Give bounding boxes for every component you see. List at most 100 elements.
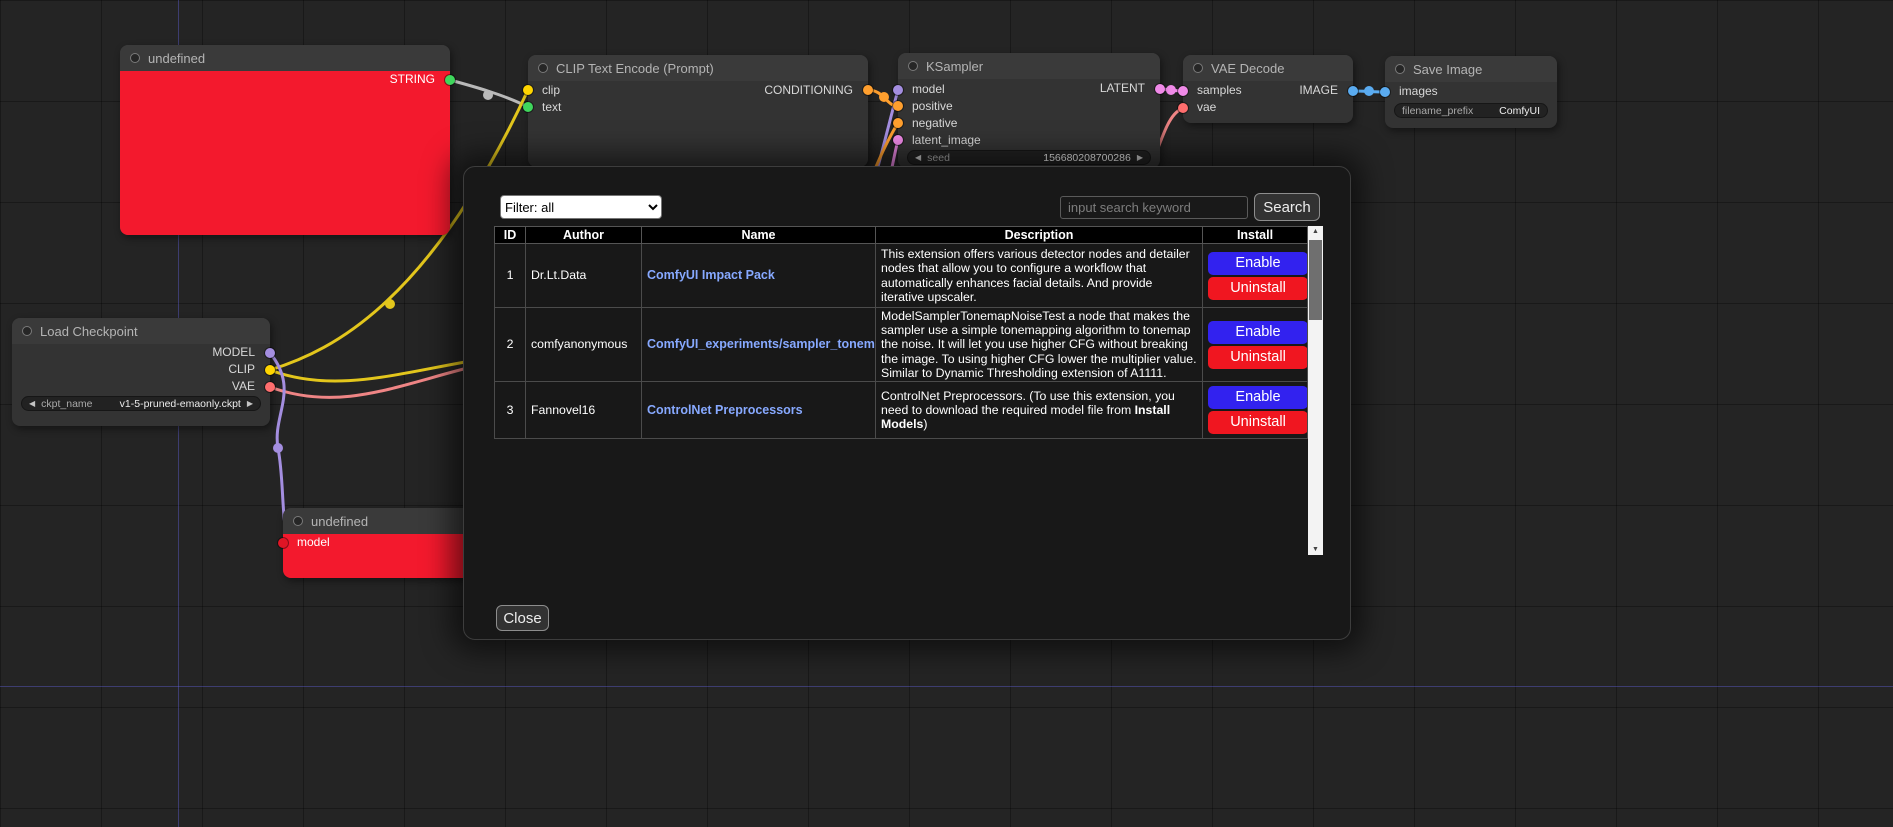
collapse-circle-icon[interactable] <box>130 53 140 63</box>
node-header[interactable]: CLIP Text Encode (Prompt) <box>528 55 868 81</box>
header-description: Description <box>876 227 1203 244</box>
node-title: undefined <box>311 514 368 529</box>
node-vae-decode[interactable]: VAE Decode samples vae IMAGE <box>1183 55 1353 123</box>
collapse-circle-icon[interactable] <box>1193 63 1203 73</box>
extension-author: Fannovel16 <box>526 382 642 439</box>
slot-dot-text-input[interactable] <box>523 102 533 112</box>
header-install: Install <box>1203 227 1308 244</box>
extension-description: ModelSamplerTonemapNoiseTest a node that… <box>876 308 1203 382</box>
slot-dot-clip-input[interactable] <box>523 85 533 95</box>
node-clip-text-encode[interactable]: CLIP Text Encode (Prompt) clip text COND… <box>528 55 868 167</box>
ckpt-widget-value: v1-5-pruned-emaonly.ckpt <box>120 398 241 410</box>
ckpt-name-widget[interactable]: ◀ ckpt_name v1-5-pruned-emaonly.ckpt ▶ <box>21 396 261 411</box>
seed-increment-arrow-icon[interactable]: ▶ <box>1137 154 1143 162</box>
header-name: Name <box>642 227 876 244</box>
header-id: ID <box>495 227 526 244</box>
node-save-image[interactable]: Save Image images filename_prefix ComfyU… <box>1385 56 1557 128</box>
extension-install-cell: Enable Uninstall <box>1203 244 1308 308</box>
table-scrollbar[interactable]: ▲ ▼ <box>1308 226 1323 555</box>
node-undefined-top[interactable]: undefined STRING <box>120 45 450 235</box>
input-label-images: images <box>1399 84 1438 98</box>
uninstall-button[interactable]: Uninstall <box>1208 277 1308 300</box>
wire-dot-string <box>483 90 493 100</box>
header-author: Author <box>526 227 642 244</box>
node-error-body <box>120 71 450 235</box>
node-header[interactable]: KSampler <box>898 53 1160 79</box>
input-label-latent-image: latent_image <box>912 133 981 147</box>
output-label-string: STRING <box>390 72 435 86</box>
extension-row: 3 Fannovel16 ControlNet Preprocessors Co… <box>495 382 1308 439</box>
slot-dot-conditioning-output[interactable] <box>863 85 873 95</box>
input-label-model: model <box>297 535 330 549</box>
scrollbar-thumb[interactable] <box>1309 240 1322 320</box>
slot-dot-latent-output[interactable] <box>1155 84 1165 94</box>
slot-dot-positive-input[interactable] <box>893 101 903 111</box>
slot-dot-model-input[interactable] <box>278 538 288 548</box>
extension-description: This extension offers various detector n… <box>876 244 1203 308</box>
extension-name-link[interactable]: ComfyUI_experiments/sampler_tonemap <box>647 337 876 351</box>
filter-select[interactable]: Filter: all <box>500 195 662 219</box>
slot-dot-model-input[interactable] <box>893 85 903 95</box>
filename-prefix-value: ComfyUI <box>1499 105 1540 117</box>
extension-row: 1 Dr.Lt.Data ComfyUI Impact Pack This ex… <box>495 244 1308 308</box>
scrollbar-up-arrow-icon[interactable]: ▲ <box>1308 228 1323 235</box>
enable-button[interactable]: Enable <box>1208 321 1308 344</box>
uninstall-button[interactable]: Uninstall <box>1208 346 1308 369</box>
slot-dot-images-input[interactable] <box>1380 87 1390 97</box>
node-header[interactable]: Load Checkpoint <box>12 318 270 344</box>
ckpt-next-arrow-icon[interactable]: ▶ <box>247 400 253 408</box>
collapse-circle-icon[interactable] <box>1395 64 1405 74</box>
input-label-clip: clip <box>542 83 560 97</box>
search-input[interactable] <box>1060 196 1248 219</box>
node-header[interactable]: Save Image <box>1385 56 1557 82</box>
collapse-circle-icon[interactable] <box>293 516 303 526</box>
wire-dot-image <box>1364 86 1374 96</box>
close-button[interactable]: Close <box>496 605 549 631</box>
input-label-vae: vae <box>1197 100 1216 114</box>
node-ksampler[interactable]: KSampler model positive negative latent_… <box>898 53 1160 168</box>
slot-dot-negative-input[interactable] <box>893 118 903 128</box>
input-label-samples: samples <box>1197 83 1242 97</box>
extension-description: ControlNet Preprocessors. (To use this e… <box>876 382 1203 439</box>
node-load-checkpoint[interactable]: Load Checkpoint MODEL CLIP VAE ◀ ckpt_na… <box>12 318 270 426</box>
extension-install-cell: Enable Uninstall <box>1203 308 1308 382</box>
ckpt-prev-arrow-icon[interactable]: ◀ <box>29 400 35 408</box>
node-header[interactable]: undefined <box>120 45 450 71</box>
slot-dot-latent-input[interactable] <box>893 135 903 145</box>
enable-button[interactable]: Enable <box>1208 386 1308 409</box>
node-title: Load Checkpoint <box>40 324 138 339</box>
slot-dot-model-output[interactable] <box>265 348 275 358</box>
input-label-positive: positive <box>912 99 953 113</box>
node-title: undefined <box>148 51 205 66</box>
slot-dot-vae-output[interactable] <box>265 382 275 392</box>
seed-decrement-arrow-icon[interactable]: ◀ <box>915 154 921 162</box>
description-text-suffix: ) <box>923 417 927 431</box>
extension-row: 2 comfyanonymous ComfyUI_experiments/sam… <box>495 308 1308 382</box>
extension-install-cell: Enable Uninstall <box>1203 382 1308 439</box>
extension-name-link[interactable]: ControlNet Preprocessors <box>647 403 803 417</box>
extension-name-link[interactable]: ComfyUI Impact Pack <box>647 268 775 282</box>
slot-dot-clip-output[interactable] <box>265 365 275 375</box>
extension-id: 3 <box>495 382 526 439</box>
slot-dot-samples-input[interactable] <box>1178 86 1188 96</box>
wire-string-to-text <box>450 80 528 107</box>
slot-dot-vae-input[interactable] <box>1178 103 1188 113</box>
collapse-circle-icon[interactable] <box>538 63 548 73</box>
slot-dot-string-output[interactable] <box>445 75 455 85</box>
collapse-circle-icon[interactable] <box>908 61 918 71</box>
scrollbar-down-arrow-icon[interactable]: ▼ <box>1308 546 1323 553</box>
seed-widget-label: seed <box>927 152 950 164</box>
table-header-row: ID Author Name Description Install <box>495 227 1308 244</box>
filename-prefix-widget[interactable]: filename_prefix ComfyUI <box>1394 103 1548 118</box>
enable-button[interactable]: Enable <box>1208 252 1308 275</box>
extension-author: comfyanonymous <box>526 308 642 382</box>
uninstall-button[interactable]: Uninstall <box>1208 411 1308 434</box>
node-header[interactable]: VAE Decode <box>1183 55 1353 81</box>
slot-dot-image-output[interactable] <box>1348 86 1358 96</box>
seed-widget[interactable]: ◀ seed 156680208700286 ▶ <box>907 150 1151 165</box>
output-label-image: IMAGE <box>1299 83 1338 97</box>
output-label-conditioning: CONDITIONING <box>764 83 853 97</box>
extensions-table-container: ID Author Name Description Install 1 Dr.… <box>494 226 1323 555</box>
collapse-circle-icon[interactable] <box>22 326 32 336</box>
search-button[interactable]: Search <box>1254 193 1320 221</box>
